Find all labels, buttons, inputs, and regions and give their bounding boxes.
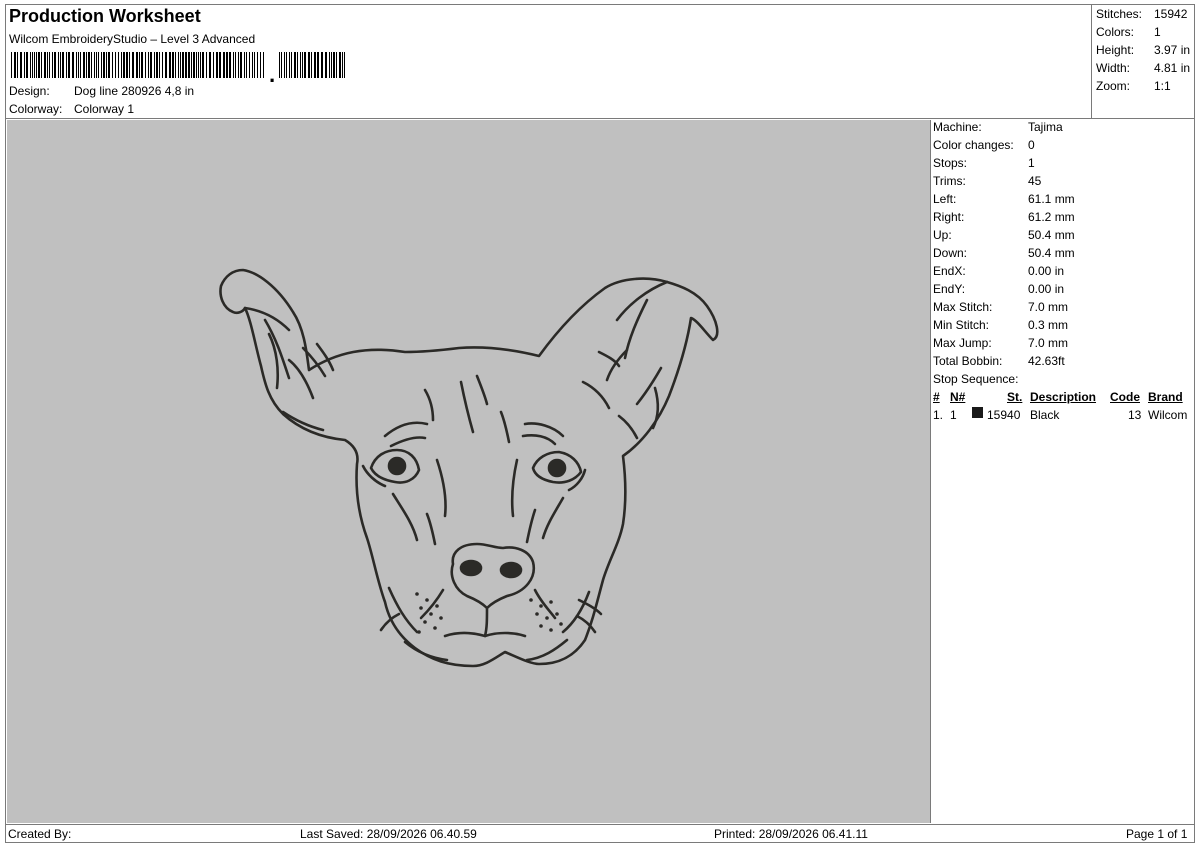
col-header-description: Description [1030,390,1097,404]
detail-color-changes: Color changes: 0 [933,138,1035,152]
colorway-row: Colorway: Colorway 1 [9,102,134,116]
summary-box: Stitches: 15942 Colors: 1 Height: 3.97 in W… [1091,4,1195,118]
detail-left: Left: 61.1 mm [933,192,1075,206]
col-header-num: # [933,390,940,404]
design-label: Design: [9,84,50,98]
col-header-st: St. [1007,390,1023,404]
barcode: , [11,52,345,82]
detail-machine: Machine: Tajima [933,120,1063,134]
design-preview [7,120,931,823]
colorway-value: Colorway 1 [74,102,135,116]
detail-stop-sequence: Stop Sequence: [933,372,1019,386]
summary-height: Height: 3.97 in [1096,43,1191,57]
table-row-code: 13 [1128,408,1142,422]
dog-nose [450,542,536,610]
table-row-num: 1. [933,408,944,422]
barcode-comma: , [269,62,275,82]
detail-trims: Trims: 45 [933,174,1042,188]
page-number: Page 1 of 1 [1126,827,1188,841]
detail-max-jump: Max Jump: 7.0 mm [933,336,1069,350]
summary-stitches: Stitches: 15942 [1096,7,1188,21]
table-row-n: 1 [950,408,957,422]
head-outline [219,268,719,668]
detail-endx: EndX: 0.00 in [933,264,1065,278]
col-header-n: N# [950,390,966,404]
detail-min-stitch: Min Stitch: 0.3 mm [933,318,1069,332]
printed-date: Printed: 28/09/2026 06.41.11 [714,827,868,841]
col-header-code: Code [1110,390,1140,404]
created-by: Created By: [8,827,72,841]
detail-stops: Stops: 1 [933,156,1035,170]
design-value: Dog line 280926 4,8 in [74,84,195,98]
worksheet-header: Production Worksheet Wilcom EmbroiderySt… [5,4,1091,118]
detail-total-bobbin: Total Bobbin: 42.63ft [933,354,1065,368]
table-row-description: Black [1030,408,1060,422]
worksheet-footer: Created By: Last Saved: 28/09/2026 06.40… [5,824,1195,843]
detail-max-stitch: Max Stitch: 7.0 mm [933,300,1069,314]
col-header-brand: Brand [1148,390,1183,404]
page-title: Production Worksheet [9,6,201,26]
summary-width: Width: 4.81 in [1096,61,1191,75]
table-row-st: 15940 [987,408,1021,422]
thread-color-swatch [972,407,983,418]
dog-embroidery-image [219,268,719,668]
detail-up: Up: 50.4 mm [933,228,1075,242]
design-row: Design: Dog line 280926 4,8 in [9,84,194,98]
table-row-brand: Wilcom [1148,408,1188,422]
summary-colors: Colors: 1 [1096,25,1161,39]
machine-details-panel: Machine: Tajima Color changes: 0 Stops: 1 T… [932,118,1195,823]
software-name: Wilcom EmbroideryStudio – Level 3 Advanc… [9,32,256,46]
detail-right: Right: 61.2 mm [933,210,1075,224]
detail-down: Down: 50.4 mm [933,246,1075,260]
detail-endy: EndY: 0.00 in [933,282,1065,296]
colorway-label: Colorway: [9,102,63,116]
summary-zoom: Zoom: 1:1 [1096,79,1171,93]
last-saved: Last Saved: 28/09/2026 06.40.59 [300,827,477,841]
